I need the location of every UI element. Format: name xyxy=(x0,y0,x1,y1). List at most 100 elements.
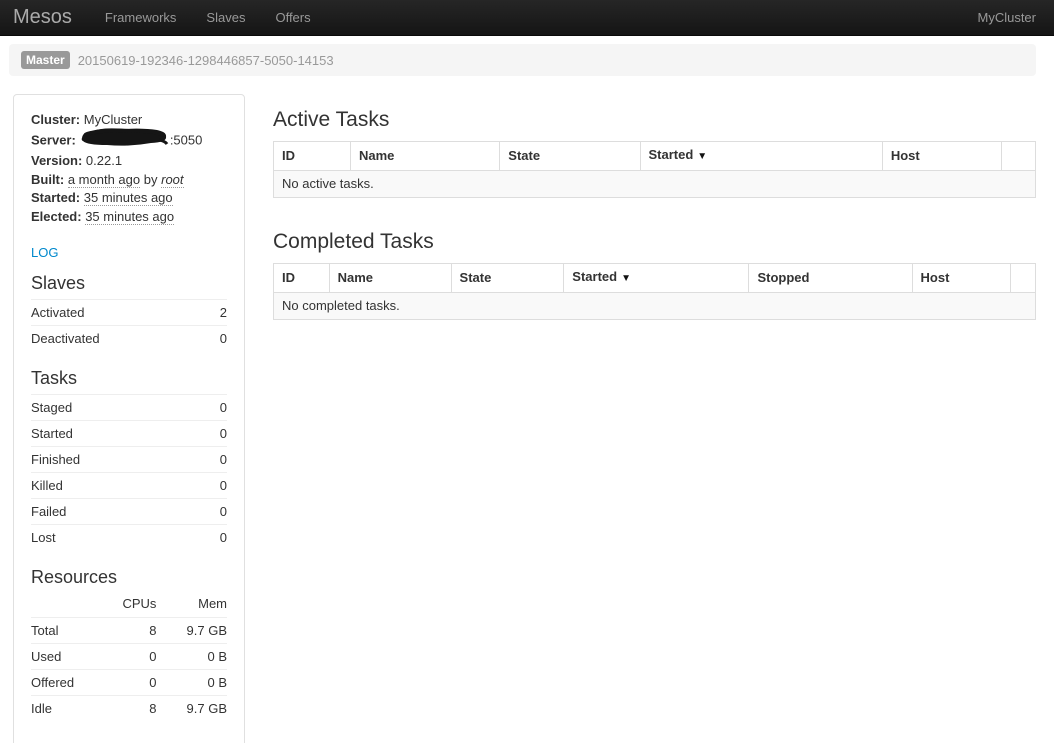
nav-item-offers[interactable]: Offers xyxy=(260,10,325,25)
tasks-row-staged: Staged 0 xyxy=(31,395,227,421)
resources-col-mem: Mem xyxy=(156,593,227,618)
stat-mem: 9.7 GB xyxy=(156,618,227,644)
master-badge: Master xyxy=(21,51,70,69)
stat-label: Staged xyxy=(31,395,202,421)
slaves-row-deactivated: Deactivated 0 xyxy=(31,326,227,352)
tasks-row-failed: Failed 0 xyxy=(31,499,227,525)
stat-label: Used xyxy=(31,644,98,670)
sidebar-panel: Cluster: MyCluster Server::5050 Version:… xyxy=(13,94,245,743)
col-id[interactable]: ID xyxy=(274,142,351,171)
stat-label: Total xyxy=(31,618,98,644)
stat-value: 2 xyxy=(208,300,227,326)
col-label: State xyxy=(460,270,492,285)
stat-label: Failed xyxy=(31,499,202,525)
top-navbar: Mesos Frameworks Slaves Offers MyCluster xyxy=(0,0,1054,36)
tasks-row-lost: Lost 0 xyxy=(31,525,227,551)
stat-value: 0 xyxy=(202,421,227,447)
col-label: State xyxy=(508,148,540,163)
stat-label: Offered xyxy=(31,670,98,696)
col-label: Started xyxy=(649,147,694,162)
col-label: Stopped xyxy=(757,270,809,285)
log-link[interactable]: LOG xyxy=(31,245,58,260)
stat-label: Lost xyxy=(31,525,202,551)
elected-label: Elected: xyxy=(31,209,82,224)
version-info: Version: 0.22.1 xyxy=(31,152,227,171)
started-info: Started: 35 minutes ago xyxy=(31,189,227,208)
empty-state-row: No completed tasks. xyxy=(274,293,1036,320)
tasks-table: Staged 0 Started 0 Finished 0 Killed 0 F… xyxy=(31,394,227,550)
col-host[interactable]: Host xyxy=(882,142,1002,171)
stat-label: Deactivated xyxy=(31,326,208,352)
stat-mem: 0 B xyxy=(156,644,227,670)
col-label: ID xyxy=(282,270,295,285)
server-info: Server::5050 xyxy=(31,130,227,153)
brand-mesos[interactable]: Mesos xyxy=(13,6,72,29)
slaves-heading: Slaves xyxy=(31,272,227,294)
cluster-label: Cluster: xyxy=(31,112,80,127)
stat-cpus: 0 xyxy=(98,644,157,670)
built-time: a month ago xyxy=(68,172,140,188)
redaction-scribble-icon xyxy=(79,127,169,153)
col-id[interactable]: ID xyxy=(274,264,330,293)
stat-mem: 0 B xyxy=(156,670,227,696)
col-state[interactable]: State xyxy=(451,264,564,293)
completed-tasks-header-row: ID Name State Started▼ Stopped Host xyxy=(274,264,1036,293)
stat-value: 0 xyxy=(202,447,227,473)
stat-value: 0 xyxy=(202,499,227,525)
sort-desc-icon: ▼ xyxy=(697,151,707,162)
stat-value: 0 xyxy=(202,395,227,421)
elected-value: 35 minutes ago xyxy=(85,209,174,225)
col-started[interactable]: Started▼ xyxy=(640,142,882,171)
started-value: 35 minutes ago xyxy=(84,190,173,206)
tasks-heading: Tasks xyxy=(31,367,227,389)
stat-cpus: 8 xyxy=(98,696,157,722)
col-label: Started xyxy=(572,269,617,284)
version-label: Version: xyxy=(31,153,82,168)
nav-item-frameworks[interactable]: Frameworks xyxy=(90,10,192,25)
no-active-tasks-message: No active tasks. xyxy=(274,171,1036,198)
started-label: Started: xyxy=(31,190,80,205)
tasks-row-killed: Killed 0 xyxy=(31,473,227,499)
col-label: Host xyxy=(921,270,950,285)
col-name[interactable]: Name xyxy=(329,264,451,293)
stat-label: Activated xyxy=(31,300,208,326)
completed-tasks-table: ID Name State Started▼ Stopped Host No c… xyxy=(273,263,1036,320)
resources-header-row: CPUs Mem xyxy=(31,593,227,618)
active-tasks-heading: Active Tasks xyxy=(273,107,1036,132)
col-stopped[interactable]: Stopped xyxy=(749,264,912,293)
stat-value: 0 xyxy=(202,473,227,499)
navbar-cluster-name: MyCluster xyxy=(977,10,1036,25)
built-label: Built: xyxy=(31,172,64,187)
elected-info: Elected: 35 minutes ago xyxy=(31,208,227,227)
col-label: Host xyxy=(891,148,920,163)
server-label: Server: xyxy=(31,132,76,147)
resources-row-total: Total 8 9.7 GB xyxy=(31,618,227,644)
built-conj: by xyxy=(144,172,158,187)
stat-label: Killed xyxy=(31,473,202,499)
breadcrumb: Master 20150619-192346-1298446857-5050-1… xyxy=(9,44,1036,76)
resources-col-cpus: CPUs xyxy=(98,593,157,618)
stat-mem: 9.7 GB xyxy=(156,696,227,722)
resources-heading: Resources xyxy=(31,566,227,588)
stat-value: 0 xyxy=(208,326,227,352)
empty-state-row: No active tasks. xyxy=(274,171,1036,198)
col-state[interactable]: State xyxy=(500,142,640,171)
cluster-value: MyCluster xyxy=(84,112,143,127)
nav-item-slaves[interactable]: Slaves xyxy=(191,10,260,25)
active-tasks-header-row: ID Name State Started▼ Host xyxy=(274,142,1036,171)
col-host[interactable]: Host xyxy=(912,264,1010,293)
resources-row-idle: Idle 8 9.7 GB xyxy=(31,696,227,722)
stat-cpus: 8 xyxy=(98,618,157,644)
stat-cpus: 0 xyxy=(98,670,157,696)
master-id: 20150619-192346-1298446857-5050-14153 xyxy=(78,53,334,68)
version-value: 0.22.1 xyxy=(86,153,122,168)
resources-row-used: Used 0 0 B xyxy=(31,644,227,670)
col-name[interactable]: Name xyxy=(350,142,499,171)
built-user: root xyxy=(161,172,183,188)
completed-tasks-heading: Completed Tasks xyxy=(273,229,1036,254)
col-label: ID xyxy=(282,148,295,163)
slaves-row-activated: Activated 2 xyxy=(31,300,227,326)
resources-table: CPUs Mem Total 8 9.7 GB Used 0 0 B Offer… xyxy=(31,593,227,721)
col-started[interactable]: Started▼ xyxy=(564,264,749,293)
stat-label: Finished xyxy=(31,447,202,473)
